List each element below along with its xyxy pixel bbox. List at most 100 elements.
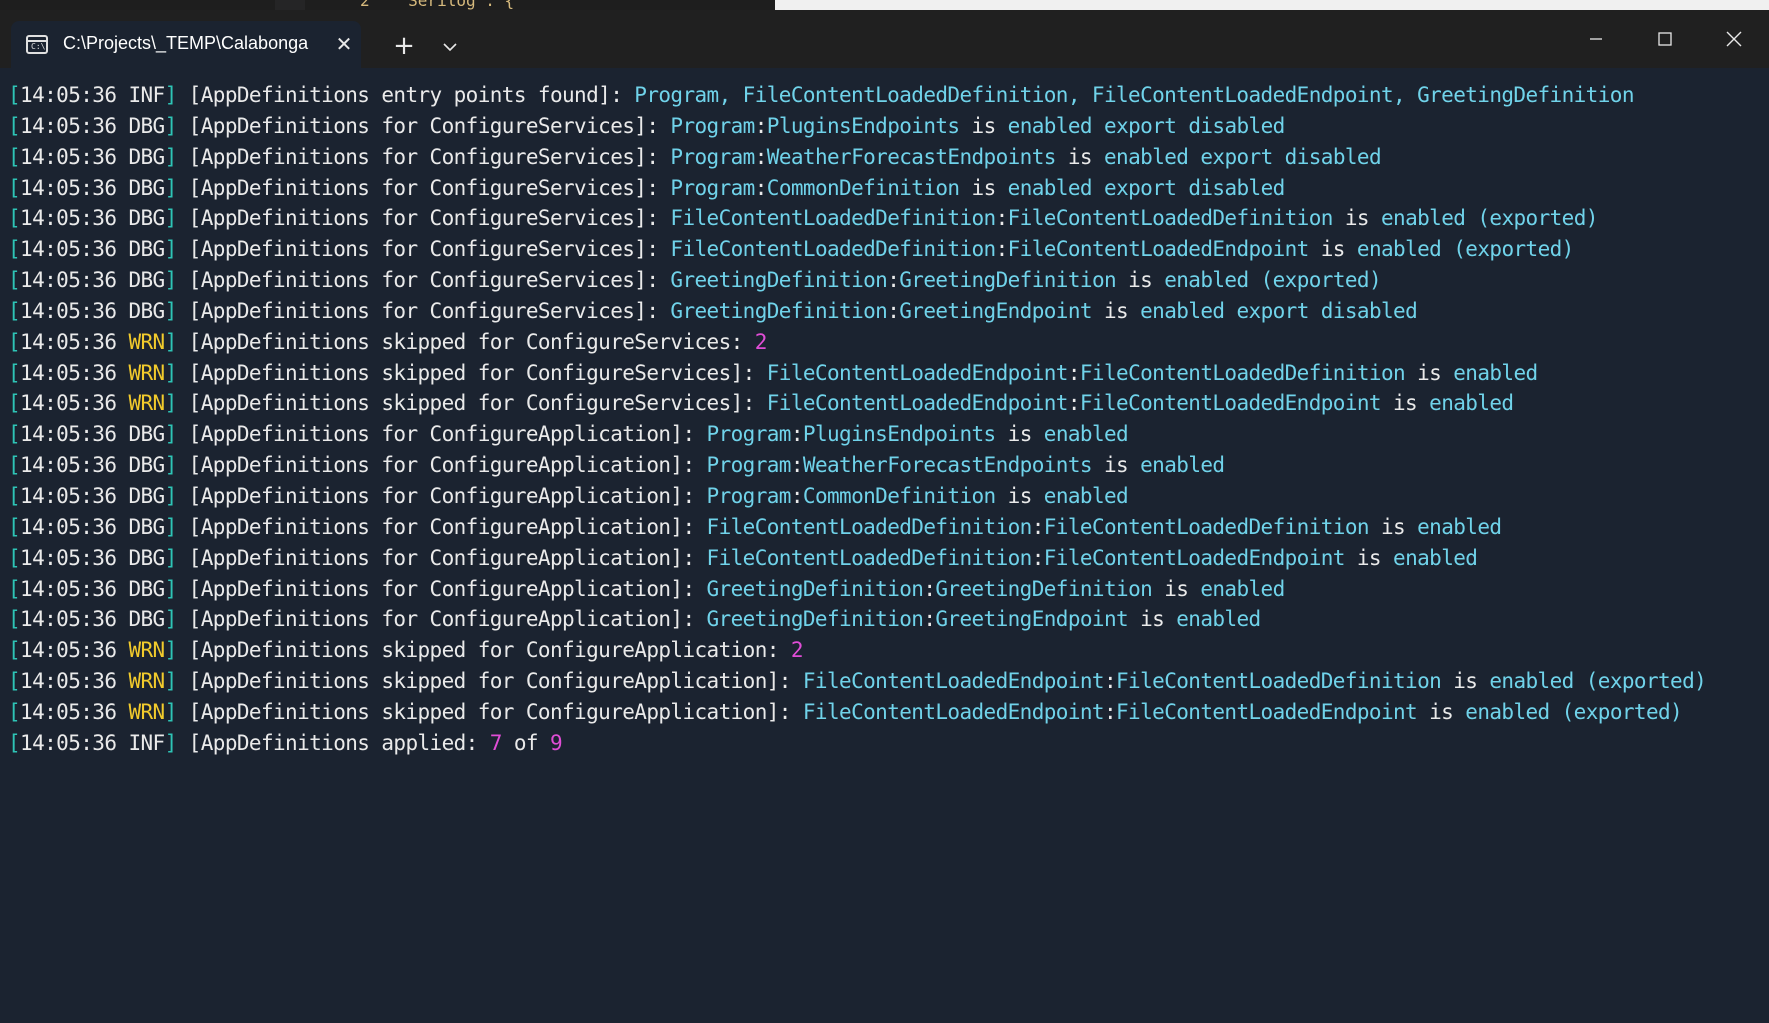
close-window-button[interactable] [1700, 10, 1768, 68]
log-text: of [501, 730, 550, 755]
bracket-close: ] [164, 237, 178, 262]
bracket-close: ] [164, 638, 178, 663]
log-text: [AppDefinitions for ConfigureApplication… [176, 422, 707, 447]
bracket-open: [ [8, 576, 21, 601]
log-level: WRN [128, 699, 165, 724]
log-value: enabled [1489, 669, 1574, 694]
bracket-open: [ [8, 453, 21, 478]
log-time: 14:05:36 [20, 422, 117, 447]
bracket-open: [ [8, 638, 21, 663]
log-number: 2 [754, 329, 768, 354]
close-tab-icon[interactable]: ✕ [333, 33, 355, 55]
log-time: 14:05:36 [20, 607, 117, 632]
bracket-close: ] [164, 144, 178, 169]
log-space [116, 237, 128, 261]
maximize-button[interactable] [1631, 10, 1699, 68]
minimize-button[interactable] [1562, 10, 1630, 68]
bracket-open: [ [8, 268, 21, 293]
bracket-close: ] [164, 391, 178, 416]
new-tab-button[interactable]: + [390, 33, 418, 61]
bracket-close: ] [164, 699, 178, 724]
log-text: is [1441, 669, 1490, 694]
log-text: is [1405, 360, 1454, 385]
bracket-open: [ [8, 699, 21, 724]
log-space [116, 268, 128, 292]
log-space [116, 83, 128, 107]
bracket-open: [ [8, 83, 21, 107]
log-value: enabled [1429, 391, 1514, 416]
log-line: [14:05:36 DBG] [AppDefinitions for Confi… [8, 111, 1769, 142]
log-text: : [1031, 514, 1045, 539]
log-value: CommonDefinition [802, 483, 996, 508]
log-level: WRN [128, 360, 165, 385]
log-value: FileContentLoadedDefinition [670, 206, 996, 231]
log-time: 14:05:36 [20, 699, 117, 724]
log-value: enabled [1007, 113, 1093, 138]
log-text: : [754, 175, 768, 200]
log-time: 14:05:36 [20, 483, 117, 508]
log-space [116, 638, 128, 662]
log-level: DBG [128, 237, 165, 262]
log-text: : [790, 422, 804, 447]
log-space [116, 176, 128, 200]
log-text: [AppDefinitions applied: [176, 730, 490, 755]
log-line: [14:05:36 DBG] [AppDefinitions for Confi… [8, 173, 1769, 204]
log-text: is [959, 175, 1008, 200]
log-time: 14:05:36 [20, 453, 117, 478]
log-value: PluginsEndpoints [802, 422, 996, 447]
log-space [116, 299, 128, 323]
log-text: is [1152, 576, 1201, 601]
log-space [116, 361, 128, 385]
log-value: FileContentLoadedDefinition [706, 545, 1033, 570]
background-editor: 2 "Serilog": { [0, 0, 1769, 10]
log-text: [AppDefinitions for ConfigureApplication… [176, 545, 707, 570]
log-value: export disabled [1104, 175, 1285, 200]
log-level: DBG [128, 268, 165, 293]
log-line: [14:05:36 WRN] [AppDefinitions skipped f… [8, 666, 1769, 697]
log-text: is [1308, 237, 1357, 262]
bracket-open: [ [8, 730, 21, 755]
log-value: (exported) [1585, 669, 1707, 694]
log-value: FileContentLoadedEndpoint [1007, 237, 1310, 262]
bracket-open: [ [8, 360, 21, 385]
log-time: 14:05:36 [20, 144, 117, 169]
title-bar[interactable]: C:\ C:\Projects\_TEMP\Calabonga ✕ + [0, 10, 1769, 68]
log-value: export disabled [1200, 144, 1382, 169]
log-text: [AppDefinitions entry points found]: [176, 83, 635, 107]
log-line: [14:05:36 DBG] [AppDefinitions for Confi… [8, 512, 1769, 543]
log-text: : [1067, 360, 1081, 385]
log-value: FileContentLoadedDefinition [670, 237, 996, 262]
background-window [775, 0, 1769, 10]
log-value: WeatherForecastEndpoints [802, 453, 1093, 478]
chevron-down-icon[interactable] [436, 33, 464, 61]
log-text: [AppDefinitions skipped for ConfigureApp… [176, 638, 791, 663]
log-value: CommonDefinition [766, 175, 960, 200]
bracket-close: ] [164, 669, 178, 694]
log-text: [AppDefinitions for ConfigureServices]: [176, 175, 671, 200]
log-text: is [995, 483, 1044, 508]
terminal-tab[interactable]: C:\ C:\Projects\_TEMP\Calabonga ✕ [11, 21, 361, 68]
bracket-close: ] [164, 113, 178, 138]
editor-code-snippet: 2 "Serilog": { [360, 0, 515, 10]
log-space [116, 700, 128, 724]
bracket-open: [ [8, 206, 21, 231]
bracket-close: ] [164, 268, 178, 293]
log-number: 7 [489, 730, 503, 755]
log-line: [14:05:36 WRN] [AppDefinitions skipped f… [8, 358, 1769, 389]
log-text: [AppDefinitions skipped for ConfigureSer… [176, 391, 767, 416]
console-output[interactable]: [14:05:36 INF] [AppDefinitions entry poi… [0, 68, 1769, 1023]
log-value: FileContentLoadedDefinition [1007, 206, 1334, 231]
log-text: is [1128, 607, 1177, 632]
log-value: Program [670, 144, 755, 169]
log-time: 14:05:36 [20, 514, 117, 539]
terminal-icon: C:\ [26, 35, 48, 54]
tab-title: C:\Projects\_TEMP\Calabonga [63, 33, 309, 53]
log-value: Program [670, 175, 755, 200]
